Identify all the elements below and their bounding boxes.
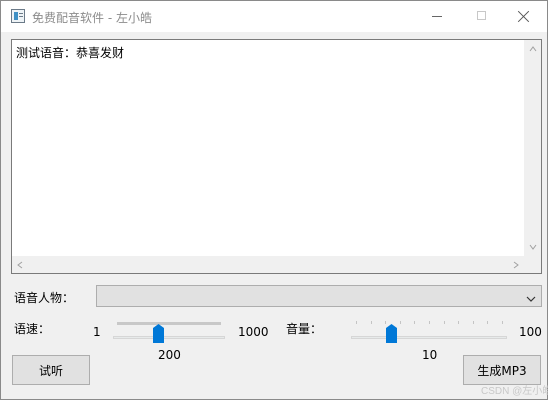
generate-mp3-button[interactable]: 生成MP3 <box>463 355 541 385</box>
speed-slider[interactable] <box>113 321 225 351</box>
text-content[interactable]: 测试语音：恭喜发财 <box>16 44 124 61</box>
volume-label: 音量： <box>286 322 323 336</box>
text-input-area[interactable]: 测试语音：恭喜发财 <box>11 39 542 274</box>
title-bar[interactable]: 免费配音软件 - 左小皓 <box>1 1 547 32</box>
preview-button[interactable]: 试听 <box>12 355 90 385</box>
volume-value: 10 <box>422 348 438 362</box>
speed-slider-thumb[interactable] <box>153 324 164 343</box>
volume-tick <box>458 321 459 324</box>
volume-slider[interactable] <box>351 321 507 351</box>
volume-slider-thumb[interactable] <box>386 324 397 343</box>
minimize-button[interactable] <box>414 1 460 32</box>
voice-label: 语音人物： <box>14 291 75 305</box>
speed-slider-top-rail <box>117 322 221 325</box>
close-icon <box>518 10 530 22</box>
window-title: 免费配音软件 - 左小皓 <box>32 11 152 25</box>
volume-tick <box>414 321 415 324</box>
vertical-scrollbar[interactable] <box>524 40 541 256</box>
horizontal-scrollbar[interactable] <box>12 256 524 273</box>
scroll-right-icon[interactable] <box>512 261 520 269</box>
voice-select[interactable] <box>96 285 542 307</box>
volume-tick <box>371 321 372 324</box>
app-icon <box>11 9 25 23</box>
speed-value: 200 <box>158 348 181 362</box>
scroll-left-icon[interactable] <box>16 261 24 269</box>
volume-tick <box>356 321 357 324</box>
volume-tick <box>400 321 401 324</box>
scrollbar-corner <box>524 256 541 273</box>
scroll-down-icon[interactable] <box>529 243 537 251</box>
minimize-icon <box>432 16 442 17</box>
speed-label: 语速： <box>14 322 51 336</box>
volume-tick <box>502 321 503 324</box>
volume-tick <box>473 321 474 324</box>
volume-slider-ticks <box>351 321 507 325</box>
generate-mp3-button-label: 生成MP3 <box>477 363 527 378</box>
maximize-icon <box>477 11 486 20</box>
maximize-button[interactable] <box>459 1 505 32</box>
volume-tick <box>444 321 445 324</box>
preview-button-label: 试听 <box>38 363 63 378</box>
speed-min: 1 <box>93 325 101 339</box>
speed-max: 1000 <box>238 325 269 339</box>
volume-tick <box>487 321 488 324</box>
volume-max: 100 <box>519 325 542 339</box>
scroll-up-icon[interactable] <box>529 45 537 53</box>
app-window: 免费配音软件 - 左小皓 测试语音：恭喜发财 语音人物： 语速： 1 1000 … <box>0 0 548 400</box>
watermark: CSDN @左小皓 <box>481 386 548 397</box>
volume-tick <box>429 321 430 324</box>
volume-slider-track <box>351 336 507 339</box>
close-button[interactable] <box>501 1 547 32</box>
speed-slider-track <box>113 336 225 339</box>
chevron-down-icon <box>526 292 536 306</box>
